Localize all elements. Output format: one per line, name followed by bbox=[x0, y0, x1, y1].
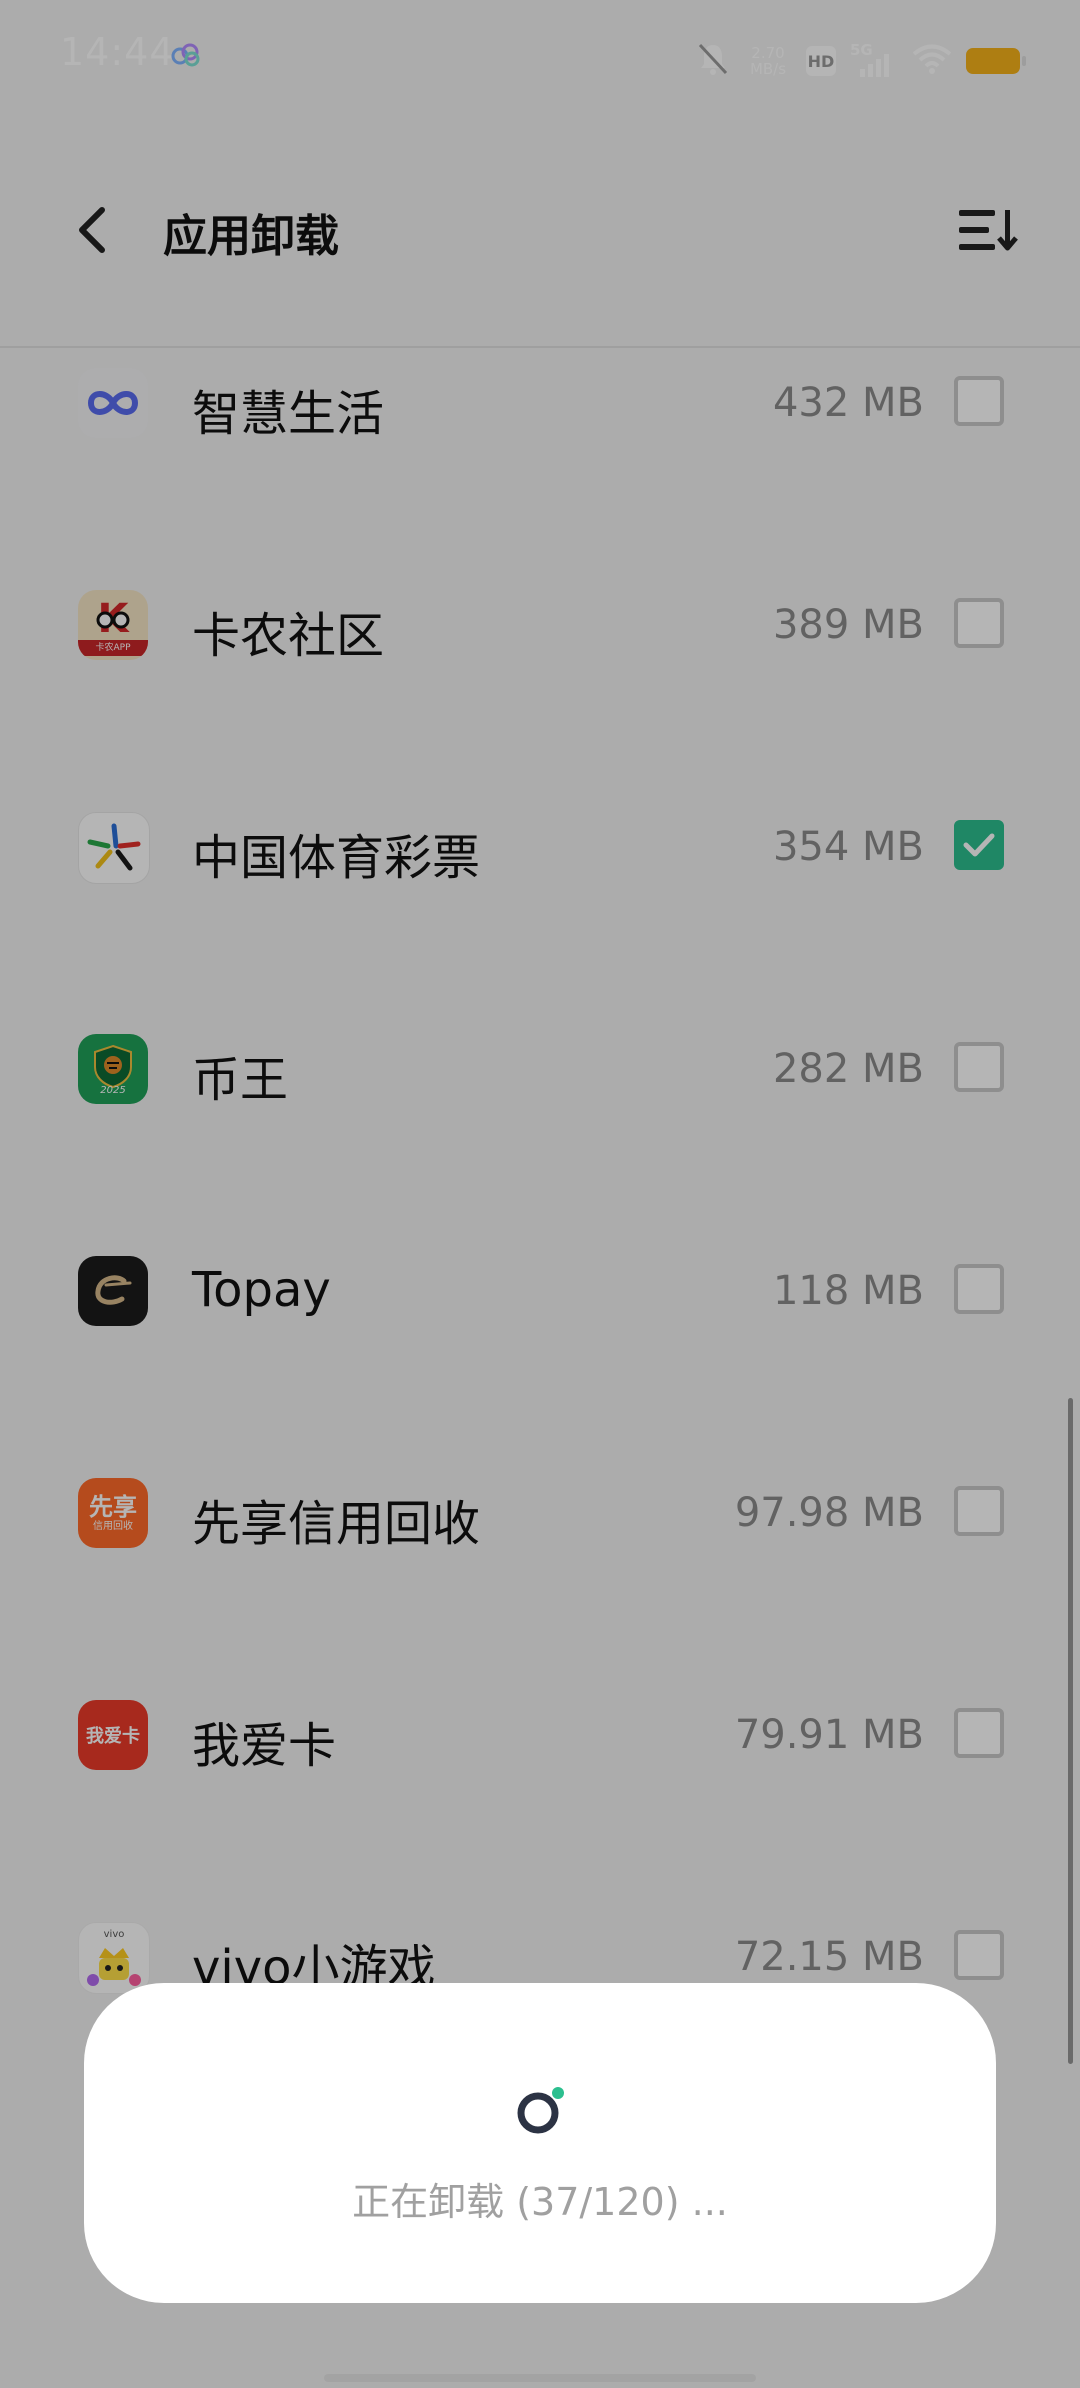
loading-spinner-icon bbox=[514, 2083, 570, 2139]
uninstall-progress-text: 正在卸载 (37/120) ... bbox=[352, 2180, 728, 2224]
uninstall-progress-dialog: 正在卸载 (37/120) ... bbox=[84, 1983, 996, 2303]
